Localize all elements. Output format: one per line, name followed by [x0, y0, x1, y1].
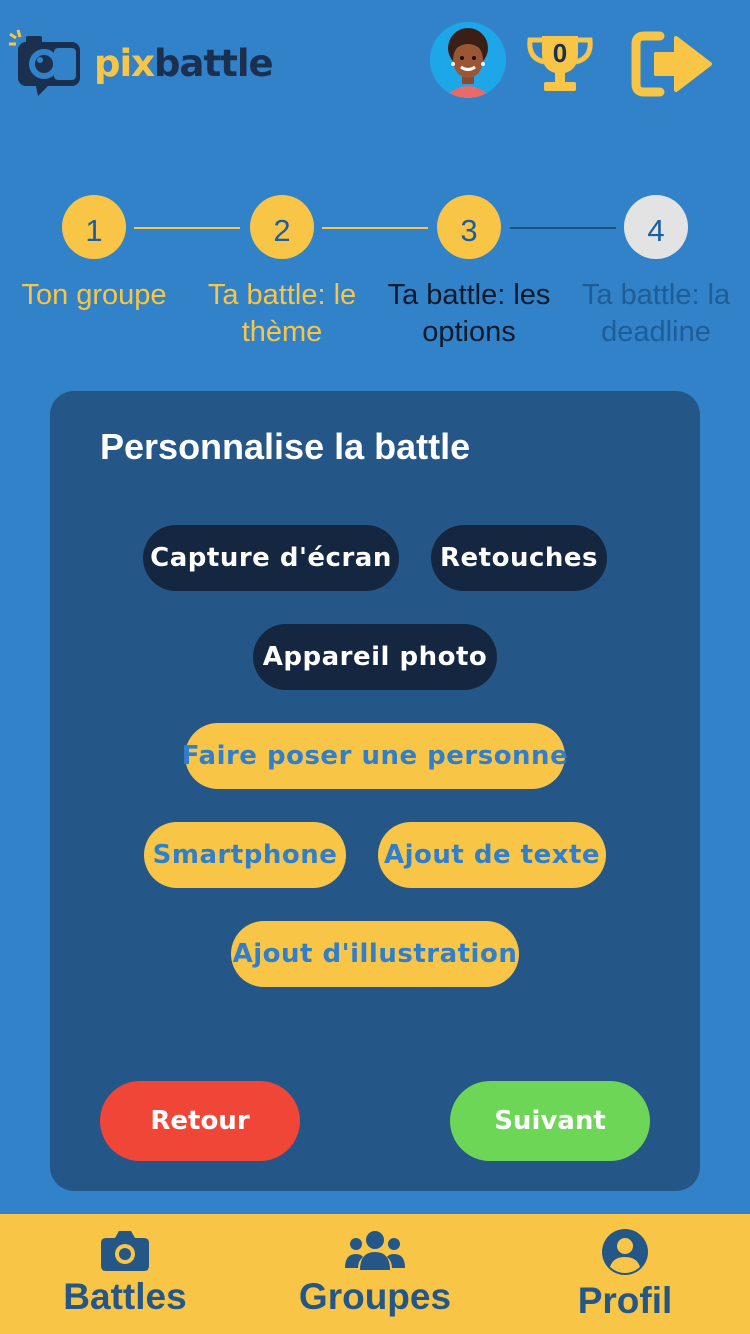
step-3-label: Ta battle: les options [375, 277, 563, 351]
tab-profil-label: Profil [577, 1280, 673, 1321]
option-chip-capture-ecran[interactable]: Capture d'écran [143, 525, 399, 591]
option-chip-faire-poser[interactable]: Faire poser une personne [182, 723, 568, 789]
avatar-face-icon [430, 22, 506, 98]
users-icon [345, 1231, 405, 1270]
step-3-label-line2: options [422, 316, 516, 348]
step-4-label: Ta battle: la deadline [562, 277, 750, 351]
card-title: Personnalise la battle [100, 426, 471, 467]
back-button[interactable]: Retour [100, 1081, 300, 1161]
option-chip-ajout-texte[interactable]: Ajout de texte [378, 822, 606, 888]
step-2-label: Ta battle: le thème [188, 277, 376, 351]
app-header: pixbattle 0 [0, 0, 750, 130]
step-2[interactable]: 2 Ta battle: le thème [188, 195, 376, 351]
step-4[interactable]: 4 Ta battle: la deadline [562, 195, 750, 351]
logo-text: pixbattle [94, 41, 274, 85]
user-circle-icon [602, 1229, 648, 1275]
step-2-label-line2: thème [241, 316, 323, 348]
trophy-count: 0 [552, 38, 568, 68]
option-chip-appareil-photo[interactable]: Appareil photo [253, 624, 497, 690]
logout-icon [631, 31, 712, 97]
step-2-label-line1: Ta battle: le [207, 279, 357, 311]
camera-logo-icon [9, 29, 80, 96]
app-logo[interactable]: pixbattle [8, 28, 274, 98]
step-3[interactable]: 3 Ta battle: les options [375, 195, 563, 351]
step-1-circle: 1 [62, 195, 126, 259]
logo-battle: battle [154, 41, 274, 85]
tab-groupes-label: Groupes [298, 1276, 452, 1317]
option-chip-smartphone[interactable]: Smartphone [144, 822, 346, 888]
bottom-tab-bar: Battles Groupes Profil [0, 1214, 750, 1334]
step-2-circle: 2 [250, 195, 314, 259]
progress-stepper: 1 Ton groupe 2 Ta battle: le thème 3 Ta … [0, 195, 750, 365]
camera-icon [101, 1231, 149, 1271]
tab-profil[interactable]: Profil [500, 1214, 750, 1334]
step-1-label: Ton groupe [0, 277, 188, 314]
options-card [50, 391, 700, 1191]
logo-pix: pix [94, 41, 155, 85]
step-4-label-line1: Ta battle: la [581, 279, 731, 311]
option-chip-ajout-illustration[interactable]: Ajout d'illustration [231, 921, 519, 987]
tab-battles-label: Battles [63, 1276, 187, 1317]
step-3-label-line1: Ta battle: les [387, 279, 551, 311]
step-3-circle: 3 [437, 195, 501, 259]
next-button[interactable]: Suivant [450, 1081, 650, 1161]
option-chip-retouches[interactable]: Retouches [431, 525, 607, 591]
user-avatar[interactable] [430, 22, 506, 98]
step-4-label-line2: deadline [601, 316, 711, 348]
logout-button[interactable] [630, 30, 714, 98]
tab-battles[interactable]: Battles [0, 1214, 250, 1334]
step-1-label-line1: Ton groupe [21, 279, 167, 311]
tab-groupes[interactable]: Groupes [250, 1214, 500, 1334]
trophy-button[interactable]: 0 [524, 32, 596, 94]
step-1[interactable]: 1 Ton groupe [0, 195, 188, 314]
step-4-circle: 4 [624, 195, 688, 259]
